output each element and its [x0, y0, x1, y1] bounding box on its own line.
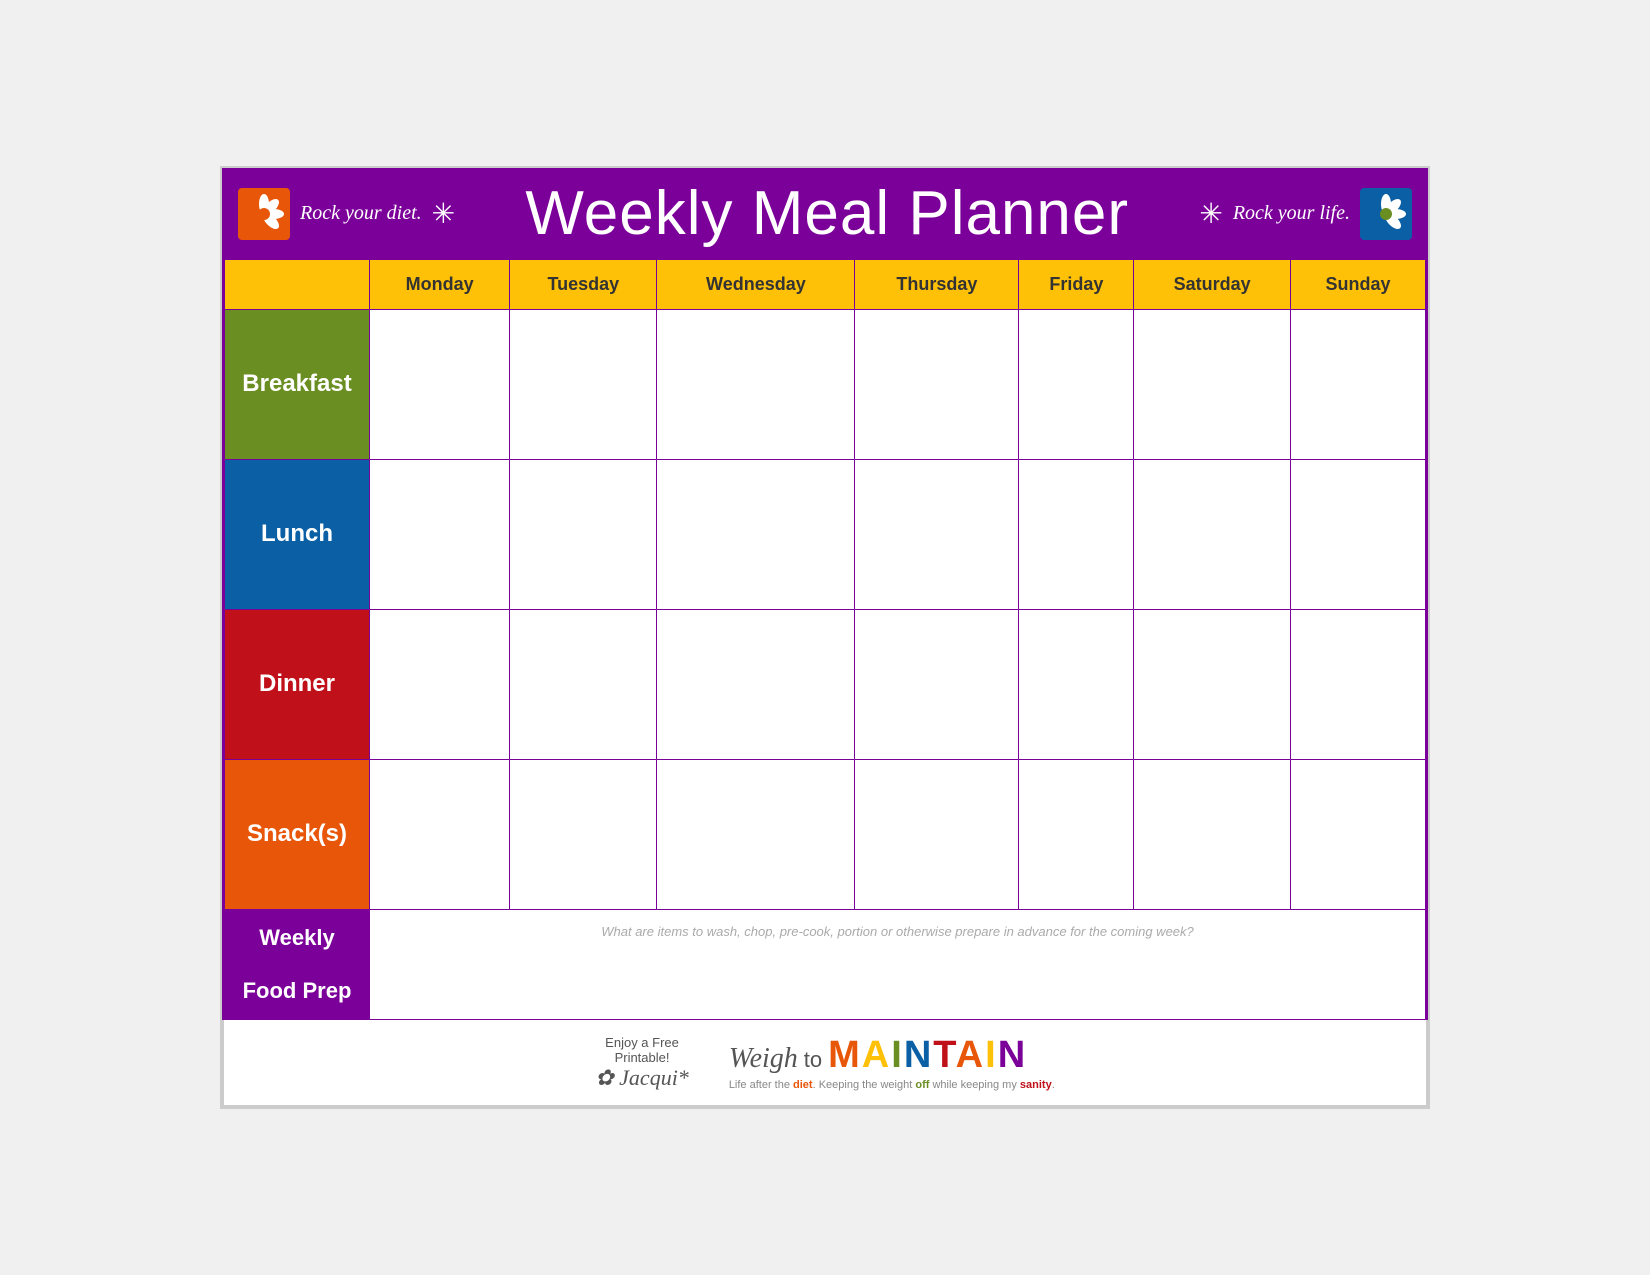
breakfast-wednesday[interactable] [657, 310, 855, 460]
footer-enjoy-line1: Enjoy a Free [595, 1035, 689, 1050]
planner-grid: Monday Tuesday Wednesday Thursday Friday… [222, 259, 1428, 1020]
footer-tagline: Life after the diet. Keeping the weight … [729, 1079, 1055, 1091]
lunch-thursday[interactable] [855, 460, 1019, 610]
dinner-wednesday[interactable] [657, 610, 855, 760]
header-sunday: Sunday [1291, 260, 1426, 310]
header-tuesday: Tuesday [510, 260, 657, 310]
weekly-prep-label: Weekly Food Prep [225, 910, 370, 1020]
footer-enjoy-line2: Printable! [595, 1050, 689, 1065]
weekly-prep-row: Weekly Food Prep What are items to wash,… [225, 910, 1426, 1020]
snacks-wednesday[interactable] [657, 760, 855, 910]
breakfast-label: Breakfast [225, 310, 370, 460]
lunch-row: Lunch [225, 460, 1426, 610]
dinner-friday[interactable] [1019, 610, 1134, 760]
snacks-tuesday[interactable] [510, 760, 657, 910]
lunch-sunday[interactable] [1291, 460, 1426, 610]
dinner-thursday[interactable] [855, 610, 1019, 760]
footer-maintain: MAINTAIN [828, 1034, 1027, 1077]
page-container: Rock your diet. ✳ Weekly Meal Planner ✳ … [220, 166, 1430, 1109]
lunch-monday[interactable] [370, 460, 510, 610]
weekly-prep-content[interactable]: What are items to wash, chop, pre-cook, … [370, 910, 1426, 1020]
footer-to: to [804, 1047, 822, 1073]
breakfast-sunday[interactable] [1291, 310, 1426, 460]
header-right: ✳ Rock your life. [1199, 188, 1412, 240]
snacks-friday[interactable] [1019, 760, 1134, 910]
dinner-label: Dinner [225, 610, 370, 760]
dinner-sunday[interactable] [1291, 610, 1426, 760]
header-tagline-right: Rock your life. [1233, 202, 1350, 225]
header: Rock your diet. ✳ Weekly Meal Planner ✳ … [222, 168, 1428, 259]
footer-jacqui: ✿ Jacqui* [595, 1065, 689, 1091]
header-title: Weekly Meal Planner [465, 178, 1189, 249]
snacks-monday[interactable] [370, 760, 510, 910]
header-thursday: Thursday [855, 260, 1019, 310]
lunch-label: Lunch [225, 460, 370, 610]
lunch-wednesday[interactable] [657, 460, 855, 610]
day-header-row: Monday Tuesday Wednesday Thursday Friday… [225, 260, 1426, 310]
flower-left-icon [238, 188, 290, 240]
footer-weigh: Weigh [729, 1043, 798, 1075]
lunch-tuesday[interactable] [510, 460, 657, 610]
footer-brand-block: Weigh to MAINTAIN Life after the diet. K… [729, 1034, 1055, 1091]
snacks-saturday[interactable] [1134, 760, 1291, 910]
footer-printable-block: Enjoy a Free Printable! ✿ Jacqui* [595, 1035, 689, 1091]
dinner-saturday[interactable] [1134, 610, 1291, 760]
dinner-monday[interactable] [370, 610, 510, 760]
header-friday: Friday [1019, 260, 1134, 310]
breakfast-friday[interactable] [1019, 310, 1134, 460]
header-asterisk-right: ✳ [1199, 197, 1222, 230]
header-wednesday: Wednesday [657, 260, 855, 310]
header-monday: Monday [370, 260, 510, 310]
footer-brand-name: Weigh to MAINTAIN [729, 1034, 1055, 1077]
header-saturday: Saturday [1134, 260, 1291, 310]
header-tagline-left: Rock your diet. [300, 202, 422, 225]
dinner-tuesday[interactable] [510, 610, 657, 760]
dinner-row: Dinner [225, 610, 1426, 760]
breakfast-monday[interactable] [370, 310, 510, 460]
snacks-label: Snack(s) [225, 760, 370, 910]
breakfast-thursday[interactable] [855, 310, 1019, 460]
weekly-prep-hint: What are items to wash, chop, pre-cook, … [382, 920, 1413, 939]
lunch-saturday[interactable] [1134, 460, 1291, 610]
breakfast-saturday[interactable] [1134, 310, 1291, 460]
footer: Enjoy a Free Printable! ✿ Jacqui* Weigh … [222, 1020, 1428, 1107]
header-asterisk-left: ✳ [432, 197, 455, 230]
breakfast-tuesday[interactable] [510, 310, 657, 460]
breakfast-row: Breakfast [225, 310, 1426, 460]
flower-right-icon [1360, 188, 1412, 240]
header-empty-cell [225, 260, 370, 310]
snacks-row: Snack(s) [225, 760, 1426, 910]
snacks-thursday[interactable] [855, 760, 1019, 910]
snacks-sunday[interactable] [1291, 760, 1426, 910]
meal-planner-table: Monday Tuesday Wednesday Thursday Friday… [224, 259, 1426, 1020]
lunch-friday[interactable] [1019, 460, 1134, 610]
